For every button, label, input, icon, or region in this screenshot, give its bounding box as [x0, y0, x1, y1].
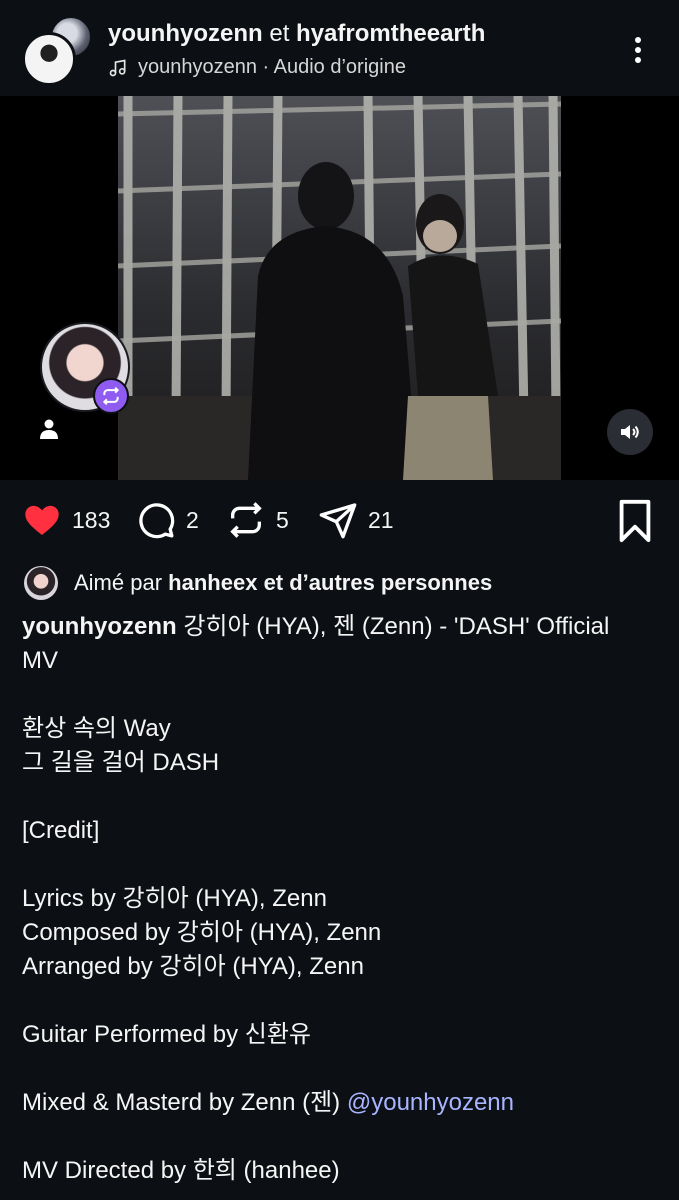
audio-link[interactable]: younhyozenn · Audio d’origine [108, 56, 406, 79]
liked-by[interactable]: Aimé par hanheex et d’autres personnes [24, 566, 492, 600]
avatar-younhyozenn[interactable] [22, 32, 76, 86]
caption-line: 환상 속의 Way [22, 715, 171, 742]
send-icon [319, 503, 357, 539]
video-still [118, 96, 561, 480]
mention-link[interactable]: @younhyozenn [347, 1089, 514, 1116]
volume-on-icon[interactable] [607, 409, 653, 455]
caption-line: Lyrics by 강히아 (HYA), Zenn [22, 885, 327, 912]
caption-title-cont: MV [22, 647, 58, 674]
music-note-icon [109, 59, 126, 76]
caption-line: Guitar Performed by 신환유 [22, 1021, 311, 1048]
comment-button[interactable]: 2 [136, 500, 199, 540]
caption-username[interactable]: younhyozenn [22, 613, 177, 640]
comment-count: 2 [186, 506, 199, 533]
action-bar: 183 2 5 21 [0, 496, 679, 548]
liked-by-suffix[interactable]: et d’autres personnes [264, 570, 493, 595]
caption-line: Mixed & Masterd by Zenn (젠) [22, 1089, 341, 1116]
share-count: 21 [368, 506, 394, 533]
bookmark-icon[interactable] [612, 498, 658, 544]
repost-icon[interactable] [93, 378, 129, 414]
more-vertical-icon[interactable] [624, 32, 652, 68]
author-link-hyafromtheearth[interactable]: hyafromtheearth [296, 20, 485, 47]
repost-count: 5 [276, 506, 289, 533]
like-count: 183 [72, 506, 111, 533]
repost-icon [230, 502, 262, 538]
liker-avatar[interactable] [24, 566, 58, 600]
heart-icon [25, 505, 59, 535]
caption-mixed-line: Mixed & Masterd by Zenn (젠) @younhyozenn [22, 1086, 652, 1120]
like-button[interactable]: 183 [22, 500, 110, 540]
liked-by-prefix: Aimé par [74, 570, 163, 595]
post-header: younhyozenn et hyafromtheearth younhyoze… [0, 0, 679, 96]
caption-line: 그 길을 걸어 DASH [22, 749, 220, 776]
caption-line: Composed by 강히아 (HYA), Zenn [22, 919, 382, 946]
author-joiner: et [269, 20, 290, 47]
liked-by-user[interactable]: hanheex [168, 570, 257, 595]
post-caption: younhyozenn 강히아 (HYA), 젠 (Zenn) - 'DASH'… [22, 610, 652, 1188]
author-link-younhyozenn[interactable]: younhyozenn [108, 20, 263, 47]
share-button[interactable]: 21 [318, 500, 394, 540]
author-names: younhyozenn et hyafromtheearth [108, 20, 485, 48]
video-player[interactable] [0, 96, 679, 480]
caption-title-line: younhyozenn 강히아 (HYA), 젠 (Zenn) - 'DASH'… [22, 610, 652, 644]
repost-button[interactable]: 5 [226, 500, 289, 540]
author-avatars[interactable] [22, 14, 94, 86]
caption-line: MV Directed by 한희 (hanhee) [22, 1157, 340, 1184]
caption-line: Arranged by 강히아 (HYA), Zenn [22, 953, 364, 980]
audio-label: younhyozenn · Audio d’origine [138, 56, 406, 78]
caption-line: [Credit] [22, 817, 100, 844]
person-tag-icon[interactable] [38, 418, 60, 440]
comment-icon [139, 503, 175, 539]
video-frame[interactable] [118, 96, 561, 480]
caption-title: 강히아 (HYA), 젠 (Zenn) - 'DASH' Official [183, 613, 610, 640]
